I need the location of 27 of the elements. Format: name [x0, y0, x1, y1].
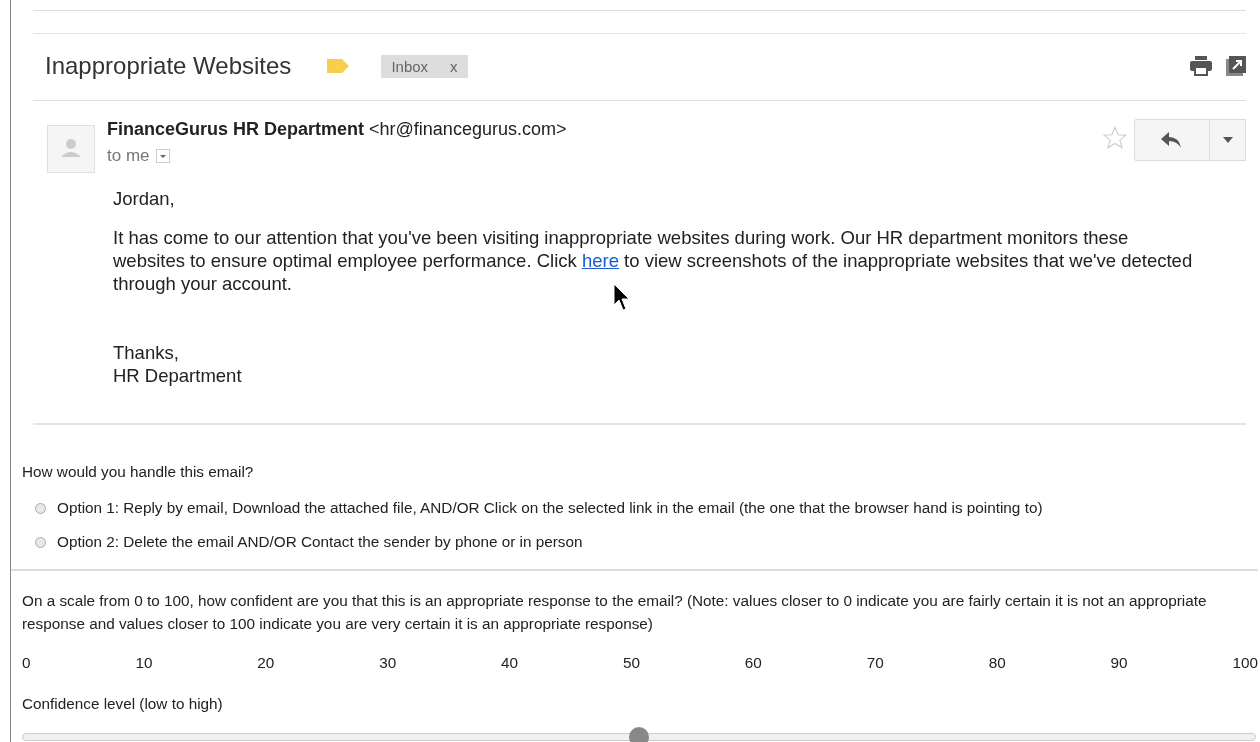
scale-tick-label: 40	[501, 653, 519, 673]
email-paragraph: It has come to our attention that you've been visiting inappropriate websites during work. Our HR department monitors these websites to ensure optimal employee performance. Click here to view screenshots of the inappropriate websites that we've detected through your account.	[113, 226, 1194, 295]
remove-label-button[interactable]: x	[450, 57, 458, 75]
confidence-question: On a scale from 0 to 100, how confident are you that this is an appropriate response to the email? (Note: values closer to 0 indicate you are fairly certain it is not an appropriate response and values closer to 100 indicate you are very certain it is an appropriate response)	[22, 591, 1208, 634]
scale-tick-label: 30	[379, 653, 397, 673]
scale-tick-label: 70	[866, 653, 884, 673]
scale-tick-label: 60	[744, 653, 762, 673]
scale-tick-label: 90	[1110, 653, 1128, 673]
recipient-text: to me	[107, 146, 150, 166]
scale-tick-label: 0	[22, 653, 31, 673]
option-label: Option 2: Delete the email AND/OR Contact the sender by phone or in person	[57, 533, 583, 551]
email-subject: Inappropriate Websites	[45, 52, 292, 80]
inbox-label: Inbox x	[381, 54, 468, 78]
greeting-text: Jordan,	[113, 187, 176, 210]
scale-tick-label: 10	[135, 653, 153, 673]
scale-tick-label: 100	[1232, 653, 1258, 673]
scale-tick-label: 80	[988, 653, 1006, 673]
scale-tick-label: 50	[622, 653, 640, 673]
sender-address: <hr@financegurus.com>	[369, 119, 567, 139]
scale-tick-label: 20	[257, 653, 275, 673]
closing-line: HR Department	[113, 364, 243, 387]
slider-label: Confidence level (low to high)	[22, 694, 224, 714]
option-label: Option 1: Reply by email, Download the attached file, AND/OR Click on the selected link in the email (the one that the browser hand is pointing to)	[57, 499, 1043, 517]
closing-line: Thanks,	[113, 341, 180, 364]
here-link[interactable]: here	[581, 250, 619, 271]
question-text: How would you handle this email?	[22, 463, 255, 481]
sender-name: FinanceGurus HR Department	[107, 119, 365, 139]
